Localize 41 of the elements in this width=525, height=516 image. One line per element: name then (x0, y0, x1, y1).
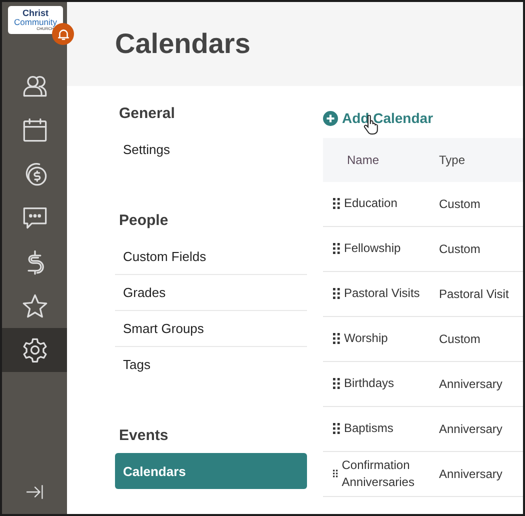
table-cell: Fellowship (344, 240, 401, 257)
page-title: Calendars (115, 28, 250, 60)
table-cell-text: Anniversary (439, 466, 504, 480)
section-heading: People (119, 211, 170, 231)
nav-item[interactable]: Grades (115, 274, 307, 310)
collapse-icon[interactable] (24, 484, 44, 500)
drag-handle-icon[interactable] (333, 288, 340, 299)
table-cell-text: Custom (439, 332, 482, 346)
table-cell: Worship (344, 330, 388, 347)
table-cell-text: Anniversary (439, 376, 504, 390)
drag-handle-icon[interactable] (333, 198, 340, 209)
nav-item[interactable]: Settings (115, 131, 307, 167)
table-cell-text: Custom (439, 242, 482, 256)
drag-handle-icon[interactable] (333, 468, 338, 479)
column-header[interactable]: Name (323, 152, 439, 166)
drag-handle-icon[interactable] (333, 333, 340, 344)
drag-handle-icon[interactable] (333, 243, 340, 254)
nav-item[interactable]: Tags (115, 346, 307, 382)
nav-item[interactable]: Calendars (115, 453, 307, 489)
settings-icon (22, 337, 48, 363)
people-icon (22, 73, 48, 99)
table-cell-text: Pastoral Visit (439, 286, 510, 300)
table-cell: Pastoral Visits (344, 285, 420, 302)
drag-handle-icon[interactable] (333, 378, 340, 389)
section-heading: Events (119, 426, 170, 446)
nav-item[interactable]: Custom Fields (115, 238, 307, 274)
calendar-icon (22, 117, 48, 143)
chat-icon (22, 205, 48, 231)
table-cell-text: Custom (439, 196, 482, 210)
drag-handle-icon[interactable] (333, 423, 340, 434)
table-cell-text: Confirmation Anniversaries (342, 457, 416, 490)
column-header[interactable]: Type (439, 152, 523, 166)
table-cell-text: Anniversary (439, 422, 504, 436)
nav-item[interactable]: Smart Groups (115, 310, 307, 346)
table-cell: Education (344, 195, 398, 212)
star-icon (22, 293, 48, 319)
table-cell: Baptisms (344, 420, 394, 437)
section-heading: General (119, 104, 176, 124)
plus-icon (323, 110, 338, 126)
sidebar-item[interactable] (2, 328, 67, 372)
table-cell: Birthdays (344, 375, 394, 392)
